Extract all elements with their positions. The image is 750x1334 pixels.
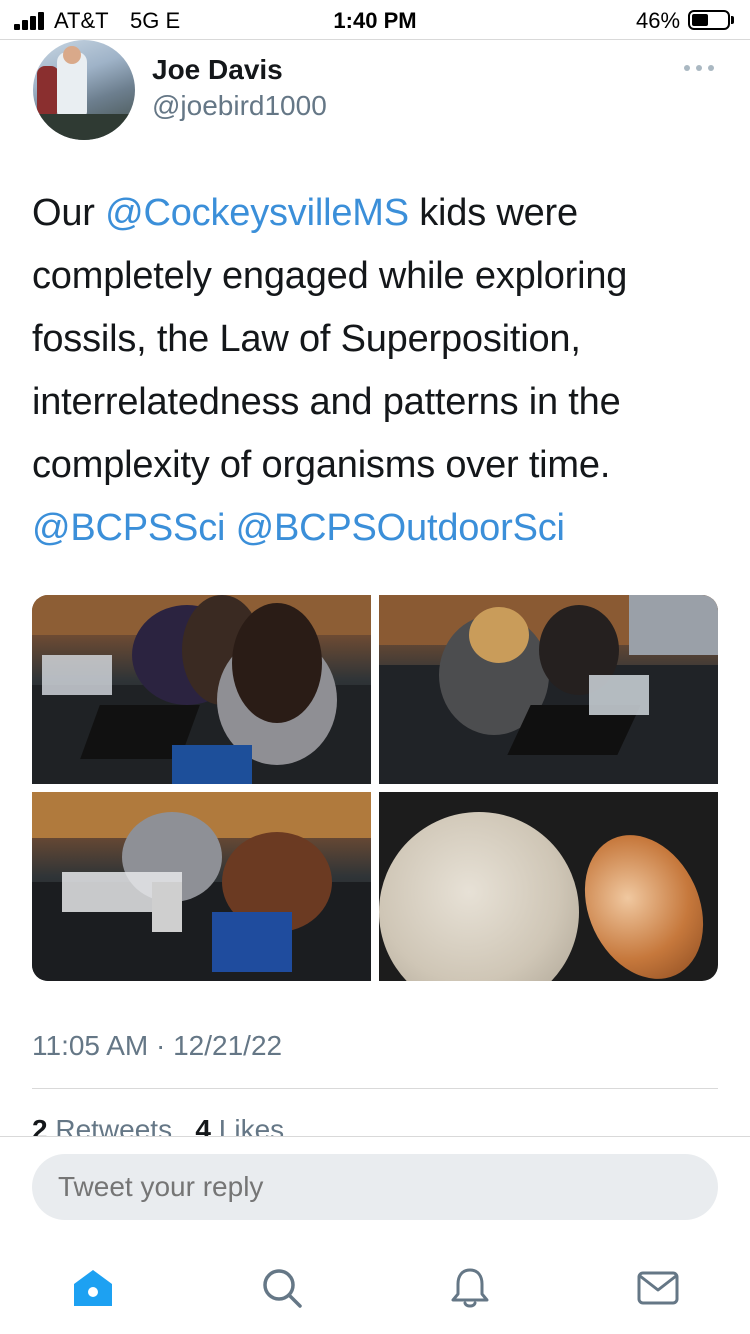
home-icon bbox=[74, 1270, 112, 1306]
mention-link[interactable]: @BCPSSci bbox=[32, 507, 225, 549]
notifications-tab[interactable] bbox=[448, 1266, 492, 1310]
messages-tab[interactable] bbox=[636, 1266, 680, 1310]
tweet-stats: 2 Retweets 4 Likes bbox=[32, 1114, 284, 1136]
tweet-text: Our @CockeysvilleMS kids were completely… bbox=[32, 182, 722, 560]
retweets-count[interactable]: 2 bbox=[32, 1114, 48, 1136]
divider bbox=[32, 1088, 718, 1089]
search-tab[interactable] bbox=[260, 1266, 304, 1310]
tweet-photo-3[interactable] bbox=[32, 792, 371, 981]
home-tab[interactable] bbox=[71, 1266, 115, 1310]
reply-input[interactable] bbox=[32, 1154, 718, 1220]
likes-label[interactable]: Likes bbox=[219, 1114, 284, 1136]
battery-percent: 46% bbox=[636, 8, 681, 33]
likes-count[interactable]: 4 bbox=[195, 1114, 211, 1136]
status-bar: AT&T 5G E 1:40 PM 46% bbox=[0, 0, 750, 40]
messages-icon bbox=[637, 1271, 679, 1305]
tweet-text-part bbox=[225, 507, 235, 549]
tweet-photo-4[interactable] bbox=[379, 792, 718, 981]
author-handle[interactable]: @joebird1000 bbox=[152, 90, 327, 122]
tweet-photo-2[interactable] bbox=[379, 595, 718, 784]
tweet-text-part: kids were completely engaged while explo… bbox=[32, 192, 628, 486]
battery-icon bbox=[688, 10, 730, 30]
battery-tip bbox=[731, 16, 734, 24]
tweet-text-part: Our bbox=[32, 192, 106, 234]
author-display-name[interactable]: Joe Davis bbox=[152, 54, 283, 86]
notifications-icon bbox=[451, 1268, 489, 1308]
retweets-label[interactable]: Retweets bbox=[55, 1114, 172, 1136]
media-grid bbox=[32, 595, 718, 981]
tweet-photo-1[interactable] bbox=[32, 595, 371, 784]
search-icon bbox=[263, 1269, 302, 1308]
avatar[interactable] bbox=[33, 40, 135, 140]
tweet-timestamp: 11:05 AM · 12/21/22 bbox=[32, 1030, 283, 1061]
mention-link[interactable]: @BCPSOutdoorSci bbox=[236, 507, 565, 549]
more-options-icon[interactable] bbox=[682, 62, 716, 74]
mention-link[interactable]: @CockeysvilleMS bbox=[105, 192, 409, 234]
